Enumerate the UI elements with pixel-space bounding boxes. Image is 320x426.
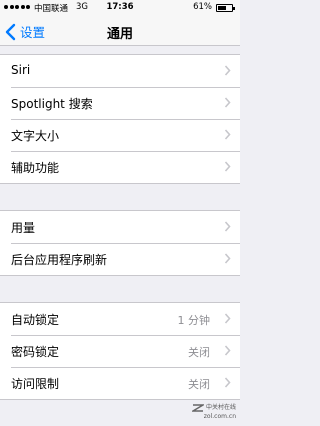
watermark: 中关村在线 zol.com.cn — [190, 403, 236, 423]
watermark-line2: zol.com.cn — [203, 413, 236, 420]
page-title: 通用 — [106, 27, 133, 42]
watermark-line1: 中关村在线 — [205, 404, 236, 411]
chevron-right-icon — [224, 253, 231, 264]
battery-percentage: 61% — [193, 2, 212, 12]
chevron-right-icon — [224, 65, 231, 76]
battery-icon — [216, 4, 235, 12]
row-siri[interactable]: Siri — [0, 55, 240, 87]
settings-group-security: 自动锁定 1 分钟 密码锁定 关闭 访问限制 关闭 — [0, 302, 240, 400]
row-value: 1 分钟 — [177, 314, 211, 327]
row-spotlight-search[interactable]: Spotlight 搜索 — [0, 87, 240, 119]
row-auto-lock[interactable]: 自动锁定 1 分钟 — [0, 303, 240, 335]
row-background-app-refresh[interactable]: 后台应用程序刷新 — [0, 243, 240, 275]
row-restrictions[interactable]: 访问限制 关闭 — [0, 367, 240, 399]
settings-group-general: Siri Spotlight 搜索 文字大小 辅助功能 — [0, 54, 240, 184]
chevron-right-icon — [224, 161, 231, 172]
row-label: 访问限制 — [11, 377, 60, 391]
zol-logo-icon — [192, 403, 205, 412]
row-label: 后台应用程序刷新 — [11, 253, 108, 267]
row-text-size[interactable]: 文字大小 — [0, 119, 240, 151]
row-label: 自动锁定 — [11, 313, 60, 327]
battery-fill — [218, 6, 226, 10]
row-value: 关闭 — [188, 346, 210, 359]
row-passcode-lock[interactable]: 密码锁定 关闭 — [0, 335, 240, 367]
chevron-right-icon — [224, 221, 231, 232]
row-label: 文字大小 — [11, 129, 60, 143]
settings-group-usage: 用量 后台应用程序刷新 — [0, 210, 240, 276]
row-label: 密码锁定 — [11, 345, 60, 359]
row-label: 用量 — [11, 221, 36, 235]
chevron-right-icon — [224, 97, 231, 108]
row-accessibility[interactable]: 辅助功能 — [0, 151, 240, 183]
general-settings-screen: 中国联通 3G 17:36 61% 设置 通用 Siri Spotlight 搜… — [0, 0, 240, 426]
chevron-right-icon — [224, 129, 231, 140]
row-value: 关闭 — [188, 378, 210, 391]
status-bar: 中国联通 3G 17:36 61% — [0, 0, 240, 16]
chevron-right-icon — [224, 345, 231, 356]
row-label: Siri — [11, 63, 31, 77]
navigation-bar: 设置 通用 — [0, 16, 240, 46]
row-usage[interactable]: 用量 — [0, 211, 240, 243]
chevron-right-icon — [224, 313, 231, 324]
chevron-right-icon — [224, 377, 231, 388]
row-label: 辅助功能 — [11, 161, 60, 175]
row-label: Spotlight 搜索 — [11, 97, 93, 111]
